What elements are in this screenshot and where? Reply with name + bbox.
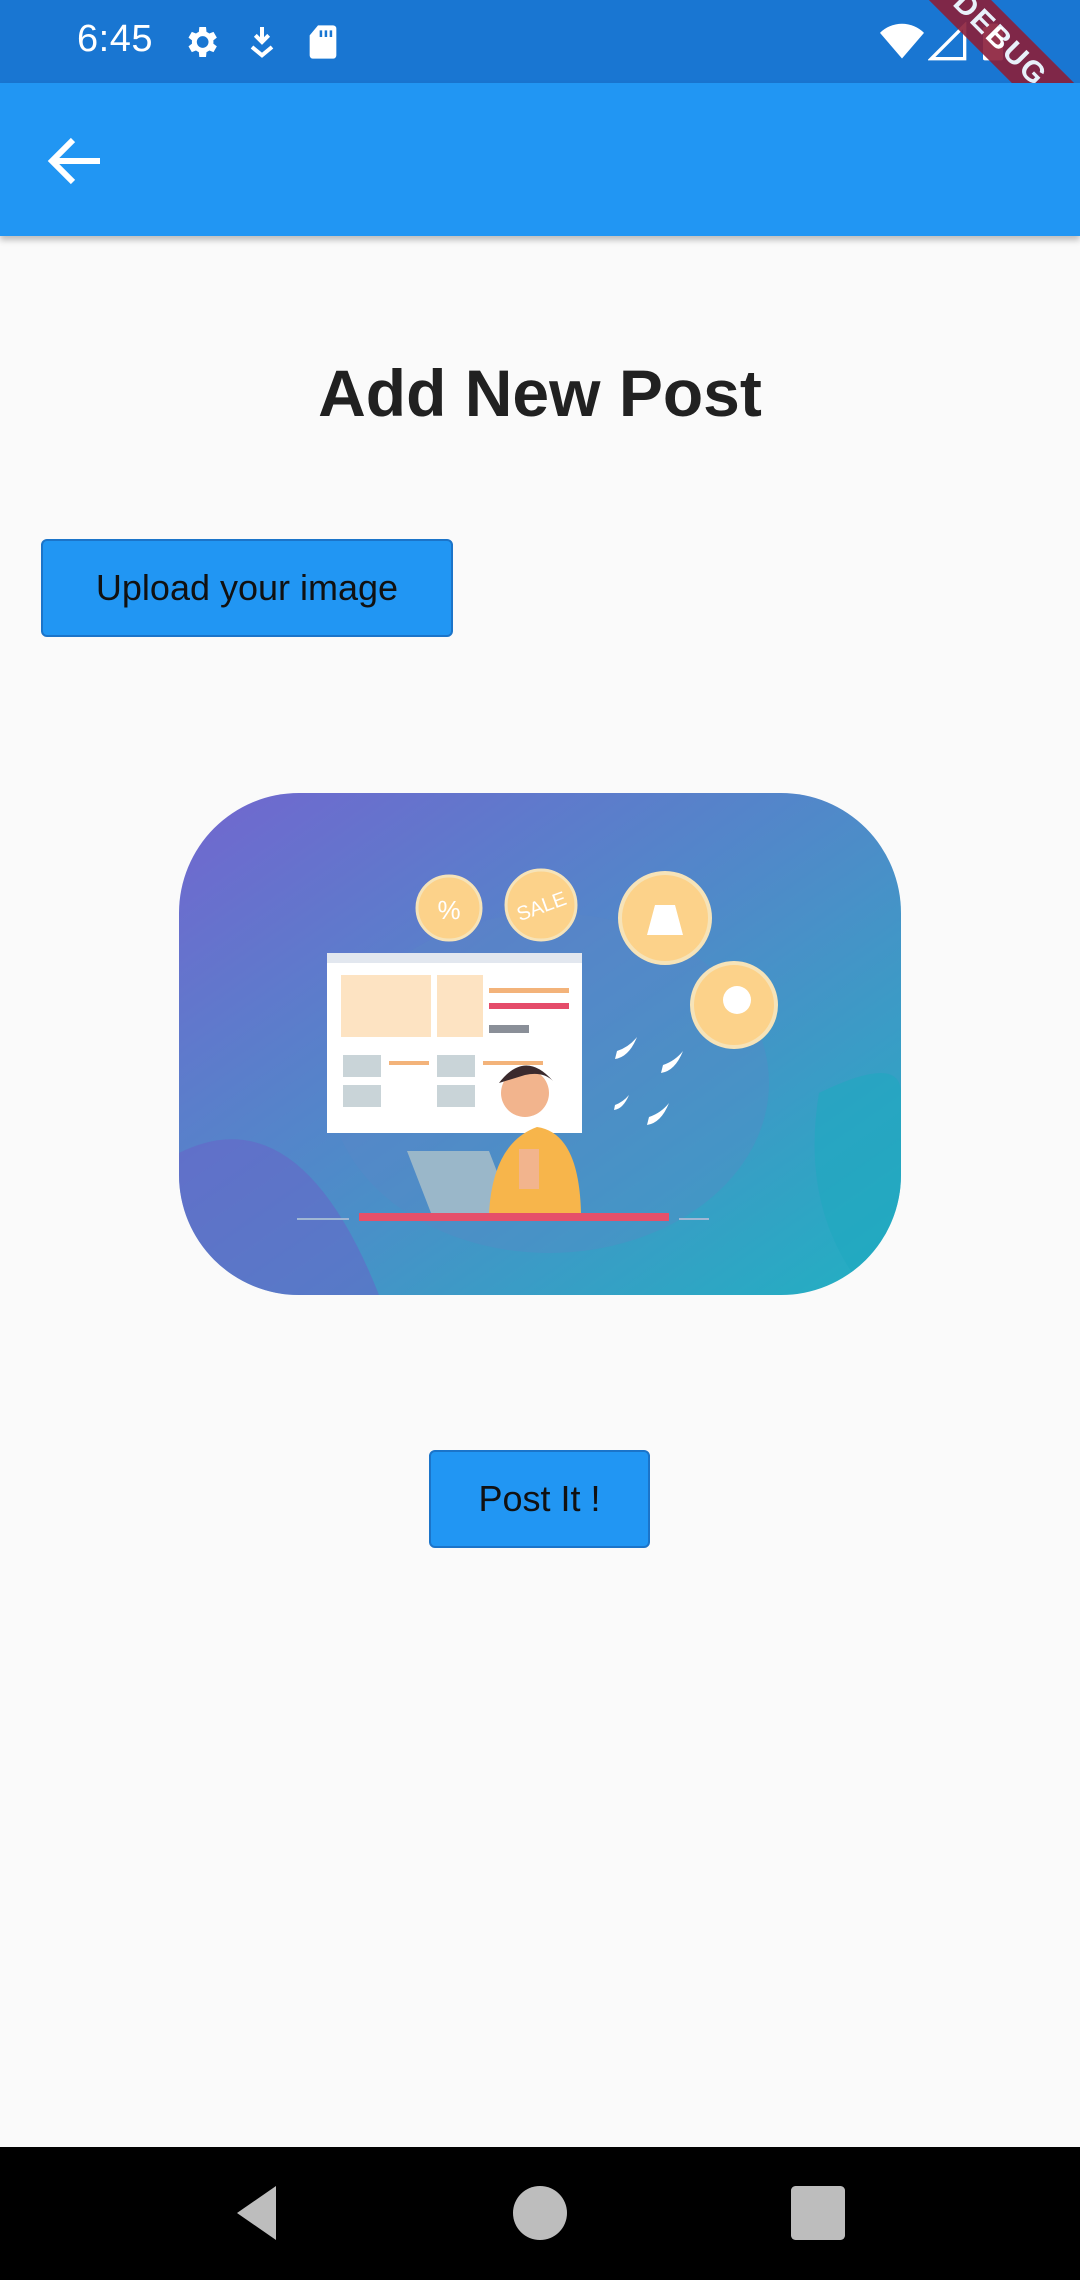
post-image-preview: % SALE bbox=[179, 793, 901, 1295]
app-bar bbox=[0, 83, 1080, 236]
percent-badge-text: % bbox=[437, 895, 460, 925]
nav-back-button[interactable] bbox=[222, 2177, 294, 2249]
nav-home-button[interactable] bbox=[504, 2177, 576, 2249]
navigation-bar bbox=[0, 2147, 1080, 2280]
post-it-button[interactable]: Post It ! bbox=[429, 1450, 650, 1548]
status-time: 6:45 bbox=[77, 18, 153, 60]
settings-icon bbox=[181, 22, 221, 62]
download-icon bbox=[242, 22, 282, 62]
upload-image-button[interactable]: Upload your image bbox=[41, 539, 453, 637]
recents-square-icon bbox=[791, 2186, 845, 2240]
sd-card-icon bbox=[303, 22, 343, 62]
arrow-back-icon bbox=[47, 137, 100, 185]
home-circle-icon bbox=[513, 2186, 567, 2240]
page-title: Add New Post bbox=[318, 356, 762, 430]
nav-recents-button[interactable] bbox=[782, 2177, 854, 2249]
status-bar: 6:45 bbox=[0, 0, 1080, 83]
back-button[interactable] bbox=[40, 125, 112, 197]
wifi-icon bbox=[880, 20, 924, 64]
back-triangle-icon bbox=[237, 2186, 276, 2240]
